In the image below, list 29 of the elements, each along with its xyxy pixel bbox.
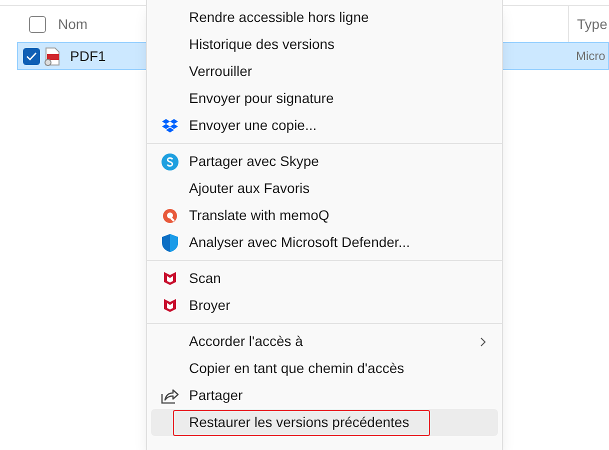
shield-icon bbox=[163, 271, 177, 286]
menu-item[interactable]: Broyer bbox=[151, 292, 498, 319]
dropbox-icon bbox=[161, 118, 179, 134]
menu-item[interactable]: Envoyer pour signature bbox=[151, 85, 498, 112]
memoq-icon bbox=[162, 208, 178, 224]
shield-icon bbox=[161, 232, 179, 252]
menu-item[interactable]: Historique des versions bbox=[151, 31, 498, 58]
menu-item[interactable]: Restaurer les versions précédentes bbox=[151, 409, 498, 436]
menu-item[interactable]: Copier en tant que chemin d'accès bbox=[151, 355, 498, 382]
checkbox[interactable] bbox=[29, 16, 46, 32]
menu-item[interactable]: Partager avec Skype bbox=[151, 148, 498, 175]
menu-item[interactable]: Rendre accessible hors ligne bbox=[151, 4, 498, 31]
menu-item[interactable]: Accorder l'accès à bbox=[151, 328, 498, 355]
pdf-file-icon bbox=[44, 46, 61, 66]
menu-item[interactable]: Verrouiller bbox=[151, 58, 498, 85]
menu-item[interactable]: Translate with memoQ bbox=[151, 202, 498, 229]
shield-icon bbox=[163, 298, 177, 313]
file-type: Micro bbox=[576, 48, 606, 65]
skype-icon bbox=[161, 152, 179, 170]
menu-item[interactable]: Scan bbox=[151, 265, 498, 292]
menu-item[interactable]: Partager bbox=[151, 382, 498, 409]
menu-item[interactable]: Ajouter aux Favoris bbox=[151, 175, 498, 202]
checkmark-icon bbox=[26, 52, 37, 60]
menu-item[interactable]: Envoyer une copie... bbox=[151, 112, 498, 139]
menu-item[interactable]: Analyser avec Microsoft Defender... bbox=[151, 229, 498, 256]
column-header[interactable]: Nom bbox=[58, 14, 88, 34]
file-name: PDF1 bbox=[70, 46, 106, 66]
checkbox[interactable] bbox=[23, 48, 40, 64]
share-icon bbox=[160, 386, 180, 404]
